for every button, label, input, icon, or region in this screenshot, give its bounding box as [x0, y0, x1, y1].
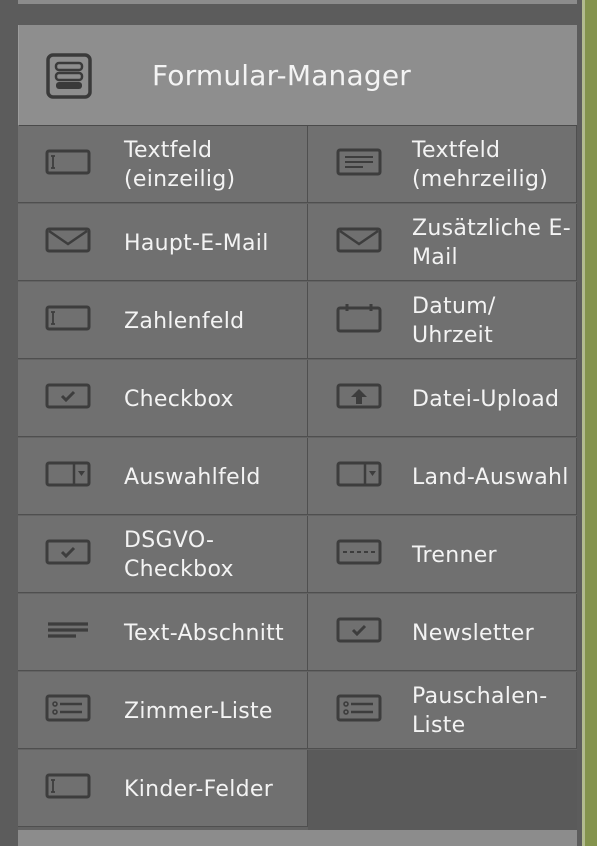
- form-manager-header[interactable]: Formular-Manager: [18, 25, 577, 126]
- field-item[interactable]: Datei-Upload: [308, 360, 577, 437]
- empty-cell: [308, 750, 577, 830]
- list-icon: [336, 694, 382, 722]
- field-grid: Textfeld (einzeilig) Textfeld (mehrzeilig…: [18, 126, 577, 830]
- previous-panel: [18, 0, 577, 4]
- field-label: Pauschalen-Liste: [412, 684, 548, 738]
- field-item[interactable]: Textfeld (mehrzeilig): [308, 126, 577, 203]
- field-item[interactable]: Zimmer-Liste: [18, 672, 308, 749]
- field-label: Zahlenfeld: [124, 308, 245, 334]
- field-label: Textfeld (einzeilig): [124, 138, 236, 192]
- upload-icon: [336, 383, 382, 409]
- calendar-icon: [336, 304, 382, 333]
- next-panel: [18, 830, 577, 846]
- select-icon: [45, 461, 91, 487]
- field-label: Zimmer-Liste: [124, 698, 273, 724]
- field-label: Checkbox: [124, 386, 234, 412]
- field-item[interactable]: DSGVO-Checkbox: [18, 516, 308, 593]
- text-field-icon: [45, 773, 91, 799]
- field-label: Newsletter: [412, 620, 534, 646]
- field-label: Textfeld (mehrzeilig): [412, 138, 549, 192]
- field-label: Text-Abschnitt: [124, 620, 284, 646]
- field-item[interactable]: Checkbox: [18, 360, 308, 437]
- field-item[interactable]: Trenner: [308, 516, 577, 593]
- field-label: Land-Auswahl: [412, 464, 569, 490]
- side-strip: [582, 0, 597, 846]
- form-icon: [46, 53, 92, 99]
- textarea-icon: [336, 148, 382, 176]
- checkbox-icon: [45, 539, 91, 565]
- field-label: Datum/ Uhrzeit: [412, 294, 496, 348]
- field-item[interactable]: Text-Abschnitt: [18, 594, 308, 671]
- separator-icon: [336, 539, 382, 565]
- field-item[interactable]: Land-Auswahl: [308, 438, 577, 515]
- text-field-icon: [45, 305, 91, 331]
- envelope-icon: [336, 227, 382, 253]
- field-label: Trenner: [412, 542, 497, 568]
- field-label: Kinder-Felder: [124, 776, 274, 802]
- field-item[interactable]: Kinder-Felder: [18, 750, 308, 827]
- field-label: Zusätzliche E-Mail: [412, 216, 571, 270]
- field-item[interactable]: Pauschalen-Liste: [308, 672, 577, 749]
- envelope-icon: [45, 227, 91, 253]
- field-item[interactable]: Zusätzliche E-Mail: [308, 204, 577, 281]
- field-item[interactable]: Textfeld (einzeilig): [18, 126, 308, 203]
- field-item[interactable]: Haupt-E-Mail: [18, 204, 308, 281]
- panel-title: Formular-Manager: [152, 59, 411, 92]
- field-label: Auswahlfeld: [124, 464, 261, 490]
- list-icon: [45, 694, 91, 722]
- field-item[interactable]: Newsletter: [308, 594, 577, 671]
- select-icon: [336, 461, 382, 487]
- text-field-icon: [45, 149, 91, 175]
- paragraph-icon: [48, 622, 88, 638]
- field-label: Haupt-E-Mail: [124, 230, 269, 256]
- field-label: Datei-Upload: [412, 386, 560, 412]
- checkbox-icon: [336, 617, 382, 643]
- field-item[interactable]: Datum/ Uhrzeit: [308, 282, 577, 359]
- field-item[interactable]: Auswahlfeld: [18, 438, 308, 515]
- field-label: DSGVO-Checkbox: [124, 528, 234, 582]
- checkbox-icon: [45, 383, 91, 409]
- form-manager-panel: Formular-Manager Textfeld (einzeilig) Tex…: [18, 25, 577, 830]
- field-item[interactable]: Zahlenfeld: [18, 282, 308, 359]
